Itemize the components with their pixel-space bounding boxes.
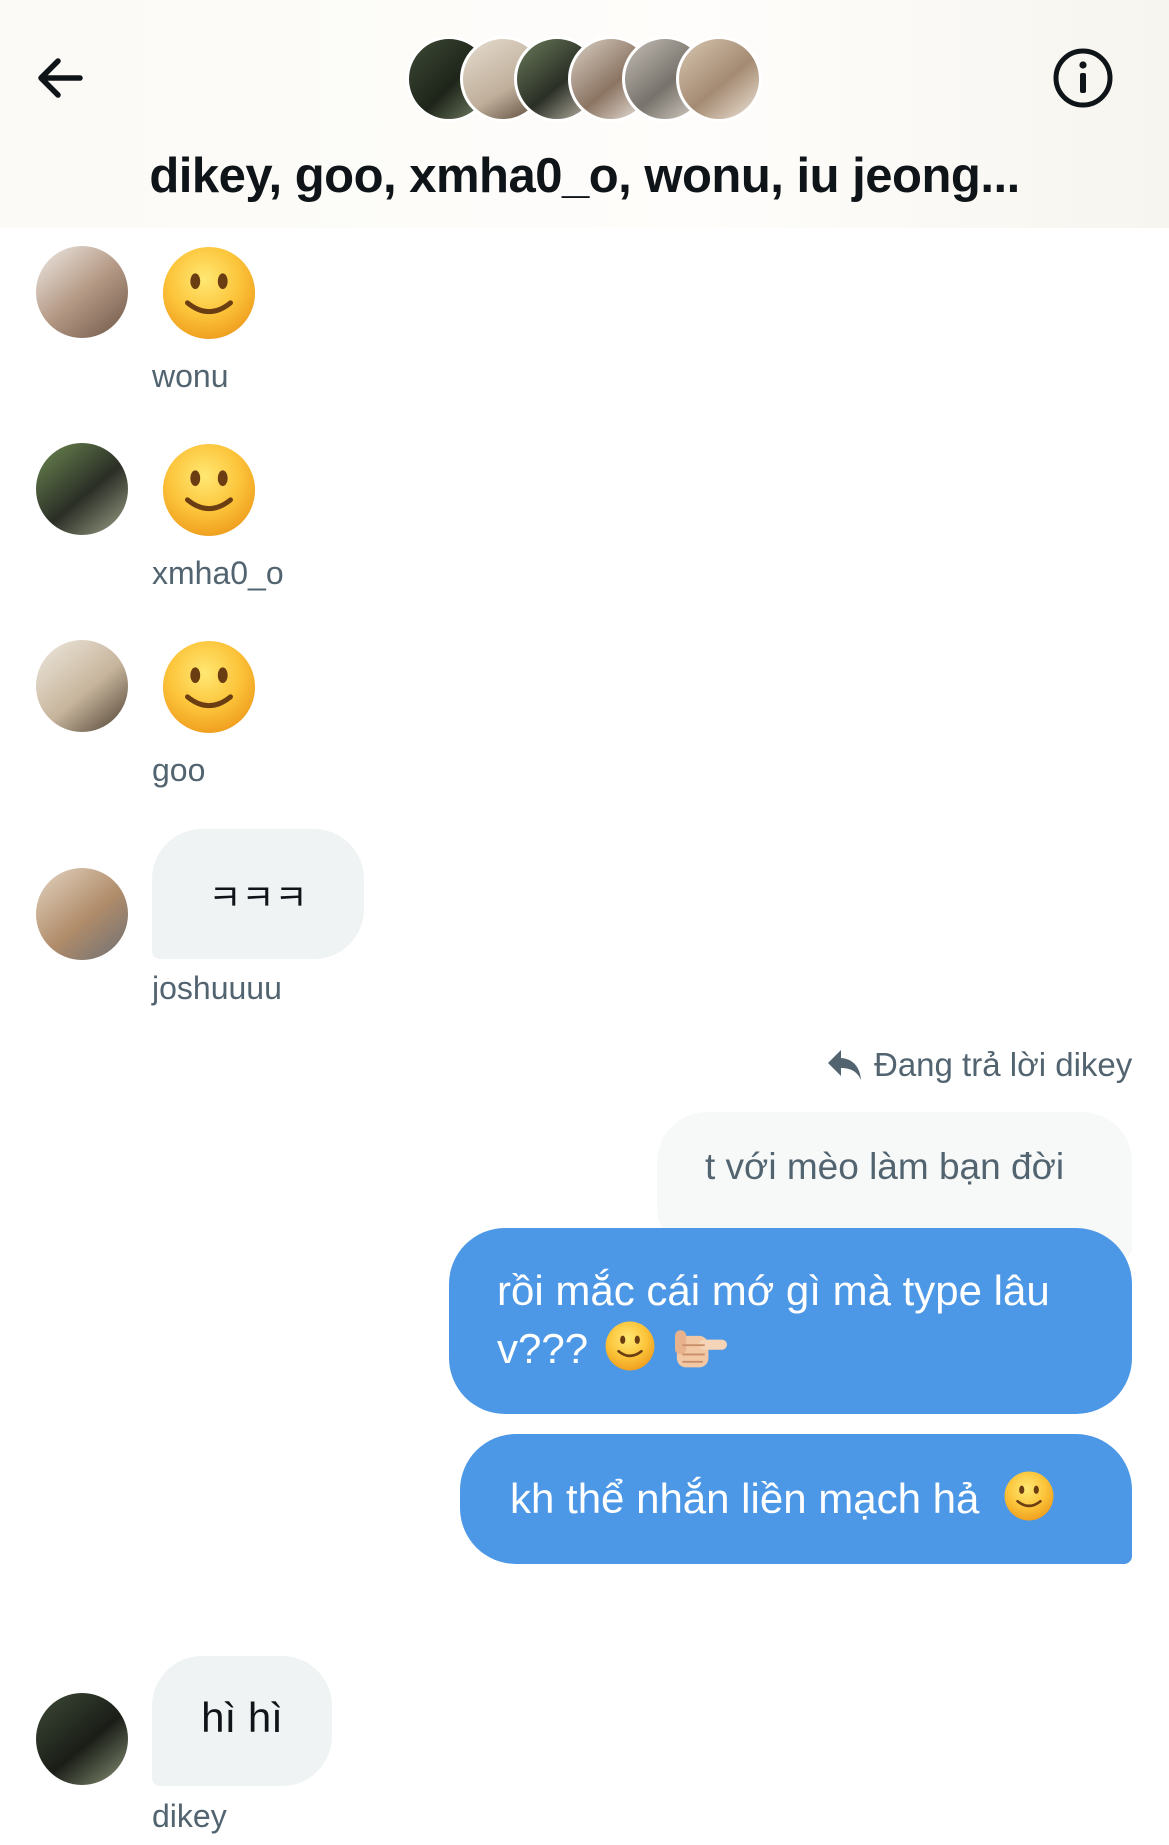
avatar[interactable] <box>36 640 128 732</box>
pointing-finger-emoji <box>675 1330 728 1368</box>
reply-arrow-icon <box>828 1050 861 1080</box>
message-bubble[interactable]: kh thể nhắn liền mạch hả <box>460 1434 1132 1564</box>
chat-header: dikey, goo, xmha0_o, wonu, iu jeong... <box>0 0 1169 228</box>
slightly-smiling-face-emoji <box>1004 1471 1054 1521</box>
avatar <box>676 36 762 122</box>
slightly-smiling-face-emoji <box>162 246 256 340</box>
slightly-smiling-face-emoji <box>605 1321 655 1371</box>
sender-name: xmha0_o <box>152 555 284 591</box>
avatar[interactable] <box>36 868 128 960</box>
message-text: rồi mắc cái mớ gì mà type lâu v??? <box>497 1267 1050 1372</box>
message-bubble[interactable]: hì hì <box>152 1656 332 1786</box>
sender-name: dikey <box>152 1798 227 1834</box>
sender-name: joshuuuu <box>152 970 282 1006</box>
avatar[interactable] <box>36 443 128 535</box>
chat-title: dikey, goo, xmha0_o, wonu, iu jeong... <box>149 149 1020 203</box>
sender-name: wonu <box>152 358 229 394</box>
message-bubble[interactable]: rồi mắc cái mớ gì mà type lâu v??? <box>449 1228 1132 1414</box>
conversation-info-button[interactable] <box>1050 45 1116 111</box>
reply-context: Đang trả lời dikey <box>826 1046 1132 1084</box>
slightly-smiling-face-emoji <box>162 640 256 734</box>
group-avatars[interactable] <box>406 36 766 122</box>
slightly-smiling-face-emoji <box>162 443 256 537</box>
info-circle-icon <box>1053 48 1113 108</box>
sender-name: goo <box>152 752 206 788</box>
message-bubble[interactable]: ㅋㅋㅋ <box>152 829 364 959</box>
arrow-left-icon <box>38 58 83 98</box>
back-button[interactable] <box>30 48 90 108</box>
message-text: kh thể nhắn liền mạch hả <box>510 1475 980 1522</box>
reply-label-text: Đang trả lời dikey <box>874 1046 1133 1083</box>
avatar[interactable] <box>36 246 128 338</box>
avatar[interactable] <box>36 1693 128 1785</box>
